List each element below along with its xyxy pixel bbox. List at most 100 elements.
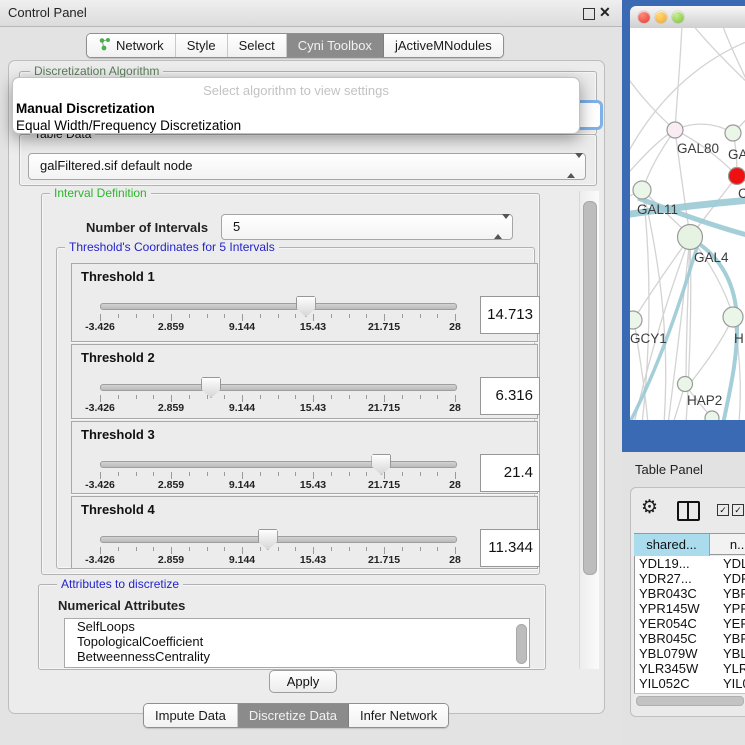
cell-name[interactable]: YIL0... (723, 676, 745, 691)
network-edge[interactable] (643, 130, 675, 189)
table-row[interactable]: YBR043C YBR0... (635, 586, 745, 601)
network-edge[interactable] (675, 124, 733, 133)
table-data-combobox[interactable]: galFiltered.sif default node (28, 153, 586, 180)
close-traffic-light[interactable] (638, 11, 650, 23)
list-scrollbar-thumb[interactable] (516, 624, 527, 664)
cell-shared-name[interactable]: YLR345W (639, 661, 711, 676)
tick-mark (420, 314, 421, 318)
network-node-c[interactable] (729, 168, 745, 185)
cell-shared-name[interactable]: YBL079W (639, 646, 711, 661)
threshold-4-slider[interactable] (100, 536, 457, 543)
network-edge[interactable] (692, 28, 745, 86)
table-row[interactable]: YER054C YER0... (635, 616, 745, 631)
float-window-icon[interactable] (583, 8, 595, 20)
threshold-4-slider-thumb[interactable] (258, 529, 278, 550)
threshold-2-slider-thumb[interactable] (201, 377, 221, 398)
combo-stepper-icon[interactable] (567, 158, 576, 173)
gear-icon[interactable]: ⚙ (641, 498, 658, 517)
apply-button[interactable]: Apply (269, 670, 337, 693)
network-node-gal80[interactable] (667, 122, 683, 138)
network-node[interactable] (705, 411, 719, 420)
tick-mark (295, 395, 296, 399)
zoom-traffic-light[interactable] (672, 11, 684, 23)
cell-name[interactable]: YBL0... (723, 646, 745, 661)
panel-scrollbar-thumb[interactable] (583, 201, 597, 575)
network-node-gcy1[interactable] (630, 311, 642, 329)
cell-shared-name[interactable]: YIL052C (639, 676, 711, 691)
table-row[interactable]: YBL079W YBL0... (635, 646, 745, 661)
attribute-item-topologicalcoefficient[interactable]: TopologicalCoefficient (65, 634, 529, 649)
cell-name[interactable]: YBR0... (723, 586, 745, 601)
table-row[interactable]: YLR345W YLR3... (635, 661, 745, 676)
threshold-1-slider[interactable] (100, 303, 457, 310)
numerical-attributes-list[interactable]: SelfLoopsTopologicalCoefficientBetweenne… (64, 618, 530, 668)
cell-name[interactable]: YLR3... (723, 661, 745, 676)
popup-item-equal-width[interactable]: Equal Width/Frequency Discretization (16, 118, 241, 133)
network-node-h[interactable] (723, 307, 743, 327)
threshold-2-value-field[interactable]: 6.316 (480, 377, 540, 415)
tab-select[interactable]: Select (228, 34, 287, 57)
attribute-item-selfloops[interactable]: SelfLoops (65, 619, 529, 634)
minimize-traffic-light[interactable] (655, 11, 667, 23)
cell-shared-name[interactable]: YDL19... (639, 556, 711, 571)
threshold-4-value-field[interactable]: 11.344 (480, 529, 540, 567)
tick-mark (171, 395, 172, 402)
tick-mark (207, 314, 208, 318)
table-hscrollbar-thumb[interactable] (636, 696, 744, 706)
attribute-item-betweennesscentrality[interactable]: BetweennessCentrality (65, 649, 529, 664)
network-edge[interactable] (722, 28, 745, 83)
cell-name[interactable]: YDL1... (723, 556, 745, 571)
tab-discretize-data[interactable]: Discretize Data (238, 704, 349, 727)
popup-item-manual-discretization[interactable]: Manual Discretization (16, 101, 155, 116)
network-edge[interactable] (630, 73, 675, 130)
table-row[interactable]: YDR27... YDR2... (635, 571, 745, 586)
threshold-1-value-field[interactable]: 14.713 (480, 296, 540, 334)
tab-label: Discretize Data (249, 708, 337, 723)
tab-network[interactable]: Network (87, 34, 176, 57)
cell-shared-name[interactable]: YBR045C (639, 631, 711, 646)
table-body[interactable]: YDL19...YDL1...YDR27...YDR2...YBR043CYBR… (634, 556, 745, 693)
network-canvas[interactable]: GAL80GACGAL11GAL4GCY1HHAP2 (630, 28, 745, 420)
network-node-gal4[interactable] (678, 225, 703, 250)
table-row[interactable]: YBR045C YBR0... (635, 631, 745, 646)
close-icon[interactable]: ✕ (599, 4, 611, 21)
number-of-intervals-combobox[interactable]: 5 (221, 214, 513, 240)
cell-name[interactable]: YER0... (723, 616, 745, 631)
network-edge[interactable] (692, 317, 733, 381)
column-header-shared-name[interactable]: shared... (634, 533, 710, 557)
table-hscrollbar[interactable] (634, 693, 745, 705)
cell-name[interactable]: YBR0... (723, 631, 745, 646)
column-view-icon[interactable] (677, 501, 700, 521)
cell-name[interactable]: YPR1... (723, 601, 745, 616)
table-row[interactable]: YPR145W YPR1... (635, 601, 745, 616)
threshold-2-slider[interactable] (100, 384, 457, 391)
table-row[interactable]: YIL052C YIL0... (635, 676, 745, 691)
column-header-name[interactable]: n... (710, 533, 745, 555)
tick-label: -3.426 (68, 479, 132, 491)
network-window-titlebar[interactable] (630, 6, 745, 29)
tick-label: 9.144 (210, 402, 274, 414)
tab-style[interactable]: Style (176, 34, 228, 57)
network-node-hap2[interactable] (678, 377, 693, 392)
network-edge[interactable] (675, 28, 682, 130)
cell-shared-name[interactable]: YDR27... (639, 571, 711, 586)
cell-name[interactable]: YDR2... (723, 571, 745, 586)
node-label-h: H (734, 331, 744, 346)
threshold-3-slider-thumb[interactable] (371, 454, 391, 475)
network-node-ga[interactable] (725, 125, 741, 141)
checkbox-icon[interactable]: ✓ (732, 504, 744, 516)
panel-scrollbar[interactable] (579, 191, 599, 669)
cell-shared-name[interactable]: YER054C (639, 616, 711, 631)
tab-jactivemnodules[interactable]: jActiveMNodules (384, 34, 503, 57)
table-row[interactable]: YDL19... YDL1... (635, 556, 745, 571)
threshold-3-value-field[interactable]: 21.4 (480, 454, 540, 492)
threshold-3-slider[interactable] (100, 461, 457, 468)
tab-infer-network[interactable]: Infer Network (349, 704, 448, 727)
tab-cyni-toolbox[interactable]: Cyni Toolbox (287, 34, 384, 57)
cell-shared-name[interactable]: YPR145W (639, 601, 711, 616)
cell-shared-name[interactable]: YBR043C (639, 586, 711, 601)
combo-stepper-icon[interactable] (494, 219, 503, 234)
network-node-gal11[interactable] (633, 181, 651, 199)
checkbox-icon[interactable]: ✓ (717, 504, 729, 516)
tab-impute-data[interactable]: Impute Data (144, 704, 238, 727)
